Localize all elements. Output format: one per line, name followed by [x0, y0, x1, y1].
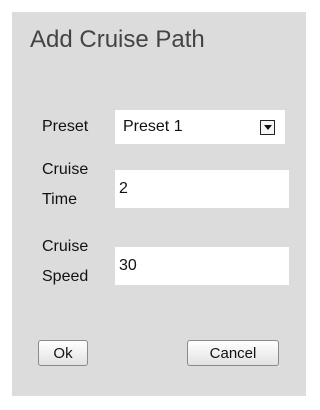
- cruise-time-label-line2: Time: [42, 191, 77, 208]
- cruise-time-input[interactable]: [115, 170, 289, 208]
- cruise-speed-label: Cruise Speed: [42, 232, 88, 292]
- cruise-speed-label-line2: Speed: [42, 268, 89, 285]
- ok-button[interactable]: Ok: [38, 340, 88, 366]
- preset-selected-value: Preset 1: [123, 118, 183, 135]
- dropdown-arrow-icon[interactable]: [260, 120, 275, 135]
- preset-select[interactable]: Preset 1: [115, 110, 285, 144]
- cruise-time-label: Cruise Time: [42, 155, 88, 215]
- cancel-button[interactable]: Cancel: [187, 340, 279, 366]
- cruise-speed-label-line1: Cruise: [42, 238, 89, 255]
- cruise-time-label-line1: Cruise: [42, 161, 89, 178]
- dialog-title: Add Cruise Path: [30, 26, 205, 53]
- add-cruise-path-dialog: Add Cruise Path Preset Preset 1 Cruise T…: [12, 12, 306, 396]
- preset-label: Preset: [42, 118, 89, 135]
- cruise-speed-input[interactable]: [115, 247, 289, 285]
